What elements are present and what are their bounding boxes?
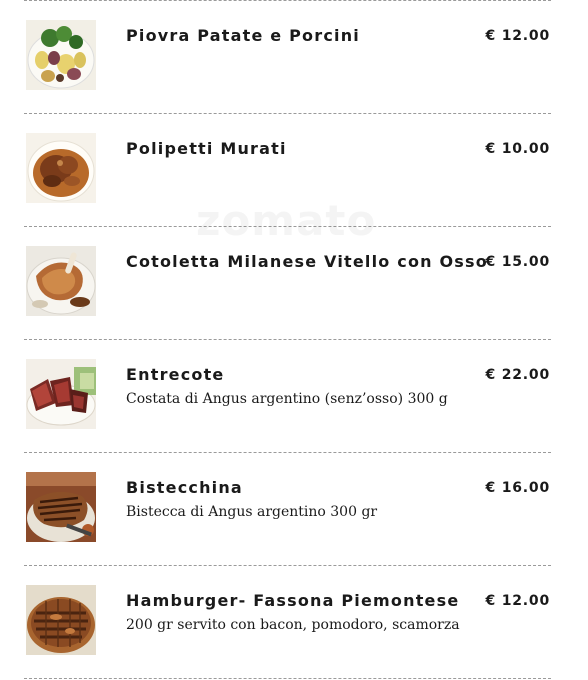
menu-item: Bistecchina Bistecca di Angus argentino … — [0, 452, 588, 565]
item-price: € 12.00 — [485, 593, 550, 609]
item-price: € 10.00 — [485, 141, 550, 157]
octopus-potatoes-dish-photo — [26, 20, 96, 90]
stewed-octopus-dish-photo — [26, 133, 96, 203]
item-price: € 16.00 — [485, 480, 550, 496]
item-price: € 15.00 — [485, 254, 550, 270]
item-name: Piovra Patate e Porcini — [126, 26, 360, 45]
watermark: zomato — [196, 196, 376, 245]
hamburger-dish-photo — [26, 585, 96, 655]
divider — [24, 678, 551, 679]
menu-item: Entrecote Costata di Angus argentino (se… — [0, 339, 588, 452]
item-price: € 12.00 — [485, 28, 550, 44]
entrecote-dish-photo — [26, 359, 96, 429]
veal-cutlet-dish-photo — [26, 246, 96, 316]
item-description: 200 gr servito con bacon, pomodoro, scam… — [126, 617, 460, 633]
item-name: Hamburger- Fassona Piemontese — [126, 591, 460, 610]
item-name: Entrecote — [126, 365, 225, 384]
item-description: Costata di Angus argentino (senz’osso) 3… — [126, 391, 448, 407]
item-price: € 22.00 — [485, 367, 550, 383]
item-description: Bistecca di Angus argentino 300 gr — [126, 504, 378, 520]
menu-item: Hamburger- Fassona Piemontese 200 gr ser… — [0, 565, 588, 678]
menu-item: Piovra Patate e Porcini € 12.00 — [0, 0, 588, 113]
item-name: Cotoletta Milanese Vitello con Osso — [126, 252, 488, 271]
item-name: Polipetti Murati — [126, 139, 287, 158]
item-name: Bistecchina — [126, 478, 243, 497]
steak-dish-photo — [26, 472, 96, 542]
